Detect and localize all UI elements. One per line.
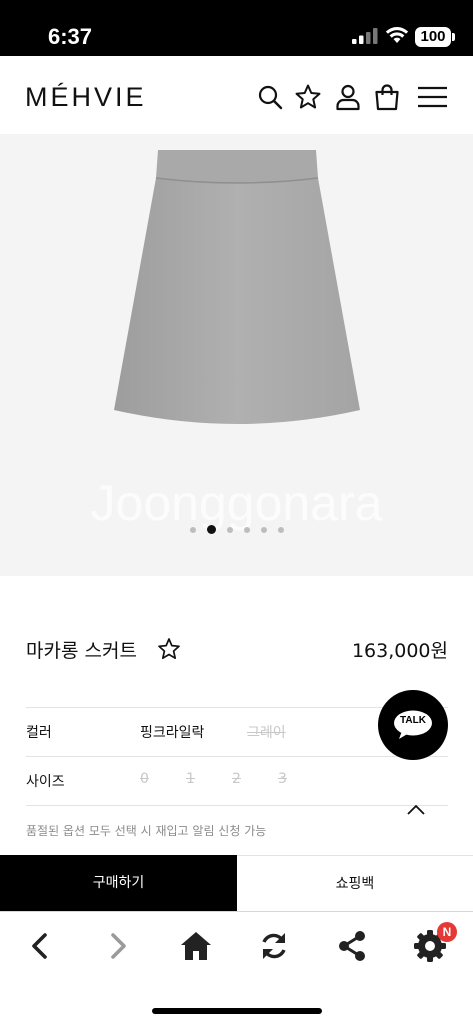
shopping-bag-icon[interactable] [373,83,401,111]
size-option-label: 사이즈 [26,774,65,790]
color-option-gray[interactable]: 그레이 [247,722,286,742]
gallery-pagination [0,525,473,534]
back-icon[interactable] [23,929,57,963]
product-title-row: 마카롱 스커트 163,000원 [26,634,448,666]
restock-notice: 품절된 옵션 모두 선택 시 재입고 알림 신청 가능 [26,824,267,838]
menu-icon[interactable] [417,83,448,111]
home-indicator [152,1008,322,1014]
add-to-cart-button[interactable]: 쇼핑백 [237,855,473,911]
battery-cap [452,33,455,41]
product-price: 163,000원 [351,640,448,662]
size-option-1[interactable]: 1 [186,771,195,787]
size-option-2[interactable]: 2 [232,771,241,787]
forward-icon[interactable] [101,929,135,963]
wifi-icon [385,27,409,43]
home-icon[interactable] [179,929,213,963]
kakao-talk-button[interactable]: TALK [378,690,448,760]
cellular-signal-icon [352,28,378,44]
search-icon[interactable] [256,83,284,111]
brand-logo[interactable]: MÉHVIE [25,82,147,113]
product-image-gallery[interactable]: Joonggonara [0,134,473,576]
product-name: 마카롱 스커트 [26,640,137,662]
pagination-dot[interactable] [189,526,196,533]
refresh-icon[interactable] [257,929,291,963]
notification-badge: N [437,922,457,942]
size-option-row: 사이즈 0 1 2 3 [26,756,448,805]
chevron-up-icon[interactable] [405,803,427,817]
pagination-dot[interactable] [277,526,284,533]
battery-indicator: 100 [415,27,451,47]
color-option-label: 컬러 [26,725,52,741]
wishlist-star-icon[interactable] [157,637,181,661]
share-icon[interactable] [335,929,369,963]
talk-label: TALK [400,715,426,726]
status-bar: 6:37 100 [0,0,473,56]
site-header: MÉHVIE [0,56,473,134]
options-divider [26,805,448,806]
size-option-3[interactable]: 3 [278,771,287,787]
star-icon[interactable] [294,83,322,111]
pagination-dot[interactable] [243,526,250,533]
color-option-pink-lilac[interactable]: 핑크라일락 [140,722,204,742]
watermark: Joonggonara [90,475,383,531]
status-time: 6:37 [48,24,93,49]
size-option-0[interactable]: 0 [140,771,149,787]
product-photo [114,150,360,424]
pagination-dot[interactable] [260,526,267,533]
pagination-dot[interactable] [226,526,233,533]
user-icon[interactable] [334,83,362,111]
buy-now-button[interactable]: 구매하기 [0,855,237,911]
pagination-dot[interactable] [206,525,216,534]
